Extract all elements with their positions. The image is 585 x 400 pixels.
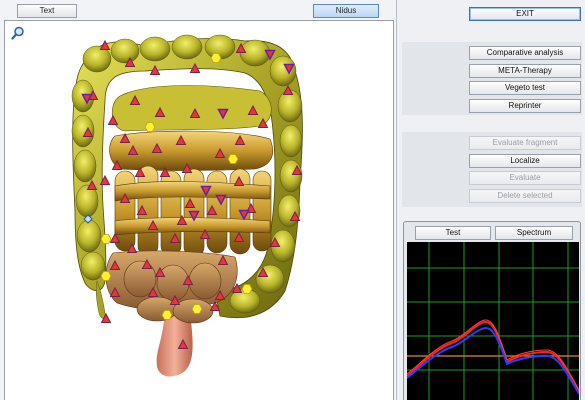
organ-view-panel: Text Nidus (0, 0, 397, 400)
evaluate-fragment-button: Evaluate fragment (469, 136, 581, 150)
evaluate-button: Evaluate (469, 171, 581, 185)
meta-therapy-button[interactable]: META-Therapy (469, 64, 581, 78)
nidus-button[interactable]: Nidus (313, 4, 379, 18)
signal-graph (407, 242, 579, 400)
localize-button[interactable]: Localize (469, 154, 581, 168)
organ-canvas[interactable] (4, 20, 394, 400)
vegeto-test-button[interactable]: Vegeto test (469, 81, 581, 95)
reprinter-button[interactable]: Reprinter (469, 99, 581, 113)
text-button[interactable]: Text (17, 4, 77, 18)
tab-spectrum[interactable]: Spectrum (495, 226, 573, 240)
delete-selected-button: Delete selected (469, 189, 581, 203)
comparative-analysis-button[interactable]: Comparative analysis (469, 46, 581, 60)
exit-button[interactable]: EXIT (469, 7, 581, 21)
intestine-illustration (71, 34, 303, 377)
tab-test[interactable]: Test (415, 226, 491, 240)
graph-panel: Test Spectrum (403, 221, 581, 400)
